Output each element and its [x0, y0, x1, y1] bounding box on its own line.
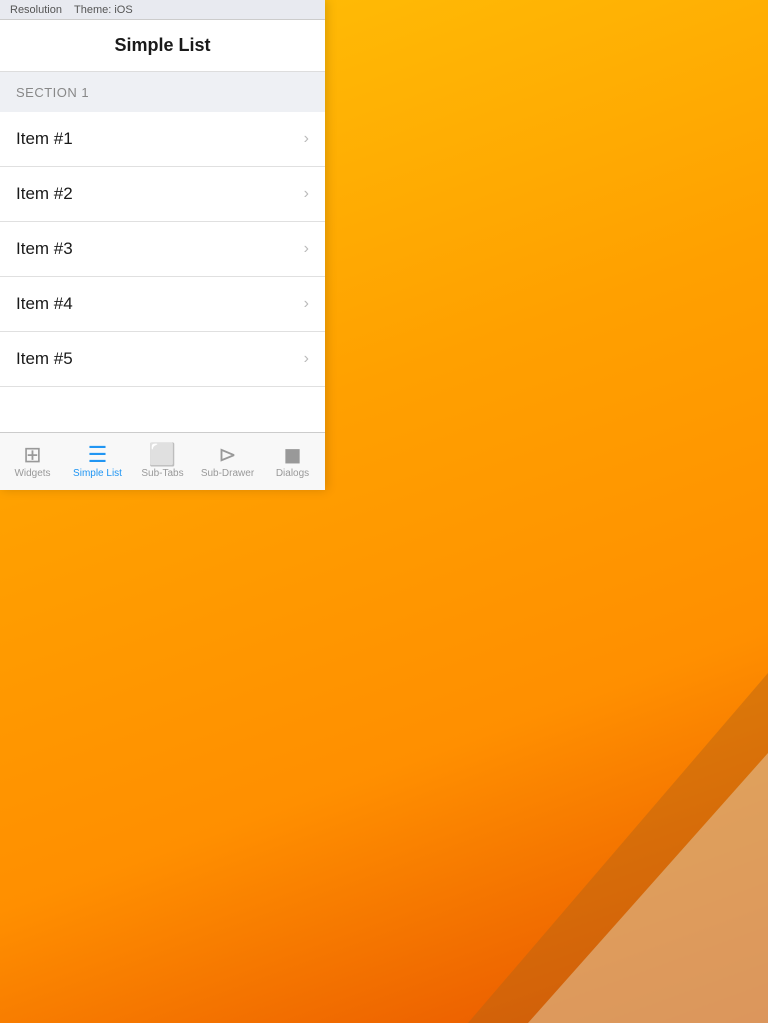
resolution-label: Resolution: [10, 4, 62, 16]
list-item-2[interactable]: Item #2 ›: [0, 167, 325, 222]
tab-sub-tabs[interactable]: ⬜ Sub-Tabs: [130, 433, 195, 490]
simple-list-label: Simple List: [73, 468, 122, 479]
list-item-1[interactable]: Item #1 ›: [0, 112, 325, 167]
sub-drawer-icon: ⊳: [218, 444, 236, 466]
section-label: SECTION 1: [16, 85, 89, 100]
list-item-5[interactable]: Item #5 ›: [0, 332, 325, 387]
status-bar: Resolution Theme: iOS: [0, 0, 325, 20]
tab-simple-list[interactable]: ☰ Simple List: [65, 433, 130, 490]
theme-label: Theme: iOS: [74, 4, 133, 16]
page-title: Simple List: [114, 35, 210, 56]
list-item-label: Item #3: [16, 239, 73, 259]
tab-sub-drawer[interactable]: ⊳ Sub-Drawer: [195, 433, 260, 490]
dialogs-label: Dialogs: [276, 468, 309, 479]
widgets-icon: ⊞: [23, 444, 41, 466]
list-item-label: Item #5: [16, 349, 73, 369]
simple-list-icon: ☰: [88, 444, 108, 466]
list-item-label: Item #1: [16, 129, 73, 149]
tab-bar: ⊞ Widgets ☰ Simple List ⬜ Sub-Tabs ⊳ Sub…: [0, 432, 325, 490]
tab-widgets[interactable]: ⊞ Widgets: [0, 433, 65, 490]
phone-panel: Resolution Theme: iOS Simple List SECTIO…: [0, 0, 325, 490]
section-header: SECTION 1: [0, 72, 325, 112]
list-item-4[interactable]: Item #4 ›: [0, 277, 325, 332]
title-bar: Simple List: [0, 20, 325, 72]
background-shape: [468, 673, 768, 1023]
chevron-right-icon: ›: [304, 240, 309, 258]
sub-tabs-icon: ⬜: [149, 444, 176, 466]
sub-tabs-label: Sub-Tabs: [141, 468, 183, 479]
chevron-right-icon: ›: [304, 350, 309, 368]
list-item-3[interactable]: Item #3 ›: [0, 222, 325, 277]
chevron-right-icon: ›: [304, 130, 309, 148]
list: Item #1 › Item #2 › Item #3 › Item #4 › …: [0, 112, 325, 432]
chevron-right-icon: ›: [304, 295, 309, 313]
tab-dialogs[interactable]: ◼ Dialogs: [260, 433, 325, 490]
list-item-label: Item #4: [16, 294, 73, 314]
sub-drawer-label: Sub-Drawer: [201, 468, 254, 479]
chevron-right-icon: ›: [304, 185, 309, 203]
dialogs-icon: ◼: [283, 444, 301, 466]
list-item-label: Item #2: [16, 184, 73, 204]
widgets-label: Widgets: [14, 468, 50, 479]
